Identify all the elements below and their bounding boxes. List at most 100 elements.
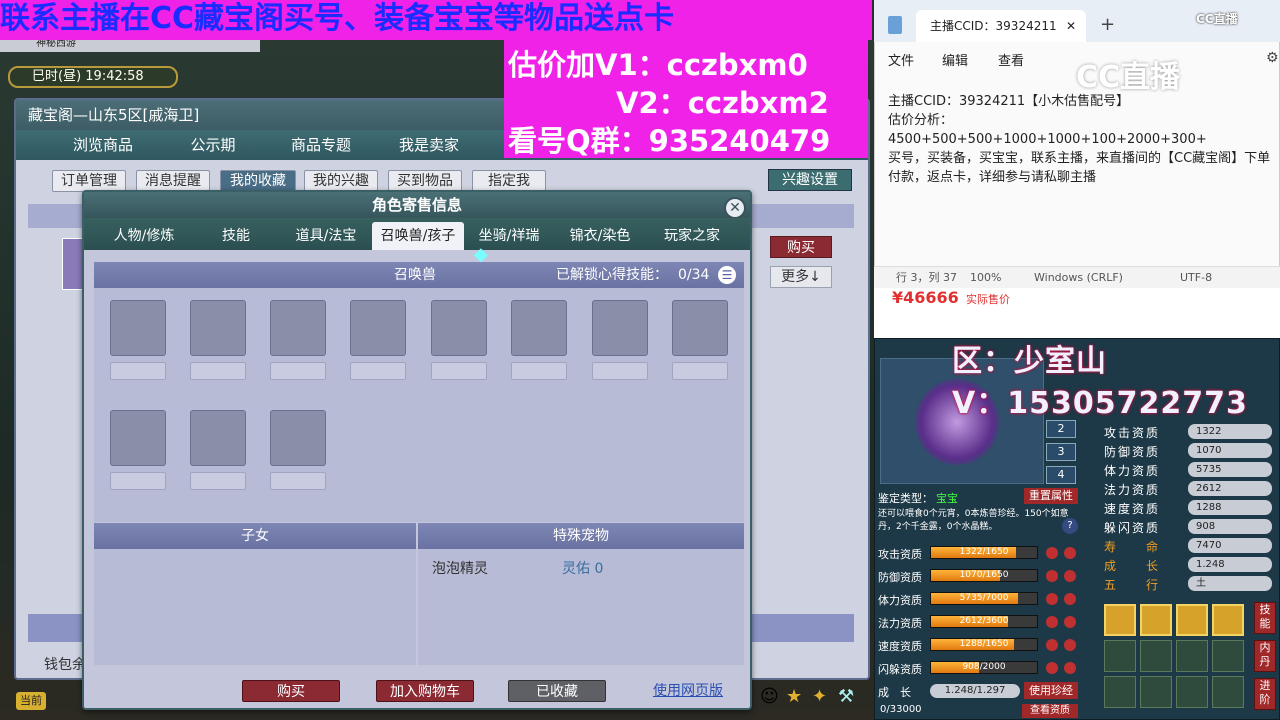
level-btn-4[interactable]: 4	[1046, 466, 1076, 484]
view-aptitude-button[interactable]: 查看资质	[1022, 704, 1078, 718]
minus-button[interactable]	[1046, 616, 1058, 628]
plus-button[interactable]	[1064, 570, 1076, 582]
gift-icon[interactable]: ✦	[812, 686, 827, 707]
children-list	[94, 549, 416, 665]
dtab-home[interactable]: 玩家之家	[652, 222, 732, 250]
minus-button[interactable]	[1046, 593, 1058, 605]
stat-label: 体力资质	[878, 594, 922, 607]
subtab-bought[interactable]: 买到物品	[388, 170, 462, 192]
stat-bar: 1322/1650	[930, 546, 1038, 559]
skill-icon[interactable]	[1212, 604, 1244, 636]
skill-slot[interactable]	[1176, 640, 1208, 672]
level-btn-3[interactable]: 3	[1046, 443, 1076, 461]
dialog-buy-button[interactable]: 购买	[242, 680, 340, 702]
stat-bar: 1070/1650	[930, 569, 1038, 582]
help-icon[interactable]: ?	[1062, 518, 1078, 534]
web-version-link[interactable]: 使用网页版	[646, 680, 730, 702]
pet-slot[interactable]	[270, 410, 326, 466]
game-clock: 巳时(昼) 19:42:58	[8, 66, 178, 88]
stat-label: 防御资质	[878, 571, 922, 584]
list-buy-button[interactable]: 购买	[770, 236, 832, 258]
new-tab-icon[interactable]: +	[1100, 14, 1115, 35]
dtab-skills[interactable]: 技能	[206, 222, 266, 250]
tab-topics[interactable]: 商品专题	[280, 130, 362, 160]
menu-view[interactable]: 查看	[998, 50, 1024, 69]
reset-attr-button[interactable]: 重置属性	[1024, 488, 1078, 504]
subtab-orders[interactable]: 订单管理	[52, 170, 126, 192]
minus-button[interactable]	[1046, 662, 1058, 674]
notepad-tab[interactable]: 主播CCID：39324211 ✕	[916, 10, 1086, 42]
skill-slot[interactable]	[1212, 676, 1244, 708]
tab-seller[interactable]: 我是卖家	[388, 130, 470, 160]
subtab-messages[interactable]: 消息提醒	[136, 170, 210, 192]
interest-settings-button[interactable]: 兴趣设置	[768, 169, 852, 191]
plus-button[interactable]	[1064, 547, 1076, 559]
side-btn-advance[interactable]: 进阶	[1254, 678, 1276, 710]
dtab-outfits[interactable]: 锦衣/染色	[560, 222, 640, 250]
dtab-character[interactable]: 人物/修炼	[104, 222, 184, 250]
pet-slot[interactable]	[350, 300, 406, 356]
pet-slot-label	[190, 472, 246, 490]
plus-button[interactable]	[1064, 639, 1076, 651]
pet-slot[interactable]	[110, 410, 166, 466]
pet-slot[interactable]	[270, 300, 326, 356]
subtab-assigned[interactable]: 指定我	[472, 170, 546, 192]
skill-slot[interactable]	[1212, 640, 1244, 672]
plus-button[interactable]	[1064, 616, 1076, 628]
skill-slot[interactable]	[1104, 640, 1136, 672]
dialog-close-button[interactable]: ✕	[724, 197, 746, 219]
skill-slot[interactable]	[1104, 676, 1136, 708]
special-pet-value: 灵佑 0	[562, 561, 604, 577]
skill-slot[interactable]	[1140, 676, 1172, 708]
status-encoding: UTF-8	[1180, 271, 1213, 284]
use-item-button[interactable]: 使用珍经	[1024, 682, 1078, 699]
overlay-contact-text: V：15305722773	[952, 386, 1248, 421]
side-btn-neidan[interactable]: 内丹	[1254, 640, 1276, 672]
pet-slot[interactable]	[190, 410, 246, 466]
tab-public[interactable]: 公示期	[172, 130, 254, 160]
menu-edit[interactable]: 编辑	[942, 50, 968, 69]
side-btn-skills[interactable]: 技能	[1254, 602, 1276, 634]
pet-slot[interactable]	[511, 300, 567, 356]
add-to-cart-button[interactable]: 加入购物车	[376, 680, 474, 702]
subtab-interests[interactable]: 我的兴趣	[304, 170, 378, 192]
tab-browse[interactable]: 浏览商品	[60, 130, 146, 160]
minus-button[interactable]	[1046, 547, 1058, 559]
promo-banner: 联系主播在CC藏宝阁买号、装备宝宝等物品送点卡	[0, 0, 872, 40]
skill-slot[interactable]	[1176, 676, 1208, 708]
item-thumbnail[interactable]	[62, 238, 84, 290]
status-zoom: 100%	[970, 271, 1002, 284]
notepad-content[interactable]: 主播CCID：39324211【小木估售配号】 估价分析： 4500+500+5…	[888, 92, 1274, 187]
subtab-favorites[interactable]: 我的收藏	[220, 170, 296, 192]
gear-icon[interactable]: ⚙	[1266, 50, 1279, 66]
skill-slot[interactable]	[1140, 640, 1172, 672]
attr-value: 土	[1188, 576, 1272, 591]
attr-label: 成 长	[1104, 559, 1161, 573]
list-more-button[interactable]: 更多↓	[770, 266, 832, 288]
skill-icon[interactable]	[1176, 604, 1208, 636]
star-icon[interactable]: ★	[786, 686, 802, 707]
level-btn-2[interactable]: 2	[1046, 420, 1076, 438]
pet-slot[interactable]	[110, 300, 166, 356]
close-icon[interactable]: ✕	[1066, 10, 1076, 42]
pet-slot[interactable]	[592, 300, 648, 356]
pet-slot[interactable]	[431, 300, 487, 356]
skill-icon[interactable]	[1140, 604, 1172, 636]
tool-icon[interactable]: ⚒	[838, 686, 854, 707]
skill-icon[interactable]	[1104, 604, 1136, 636]
dtab-items[interactable]: 道具/法宝	[286, 222, 366, 250]
children-header: 子女	[94, 523, 416, 549]
pet-slot[interactable]	[190, 300, 246, 356]
dtab-pets[interactable]: 召唤兽/孩子	[372, 222, 464, 250]
plus-button[interactable]	[1064, 593, 1076, 605]
minus-button[interactable]	[1046, 639, 1058, 651]
menu-file[interactable]: 文件	[888, 50, 914, 69]
menu-icon[interactable]: ☰	[718, 266, 736, 284]
current-channel-button[interactable]: 当前	[16, 692, 46, 710]
face-icon[interactable]: ☺	[760, 686, 779, 707]
plus-button[interactable]	[1064, 662, 1076, 674]
favorited-button[interactable]: 已收藏	[508, 680, 606, 702]
pet-slot[interactable]	[672, 300, 728, 356]
minus-button[interactable]	[1046, 570, 1058, 582]
status-eol: Windows (CRLF)	[1034, 271, 1123, 284]
